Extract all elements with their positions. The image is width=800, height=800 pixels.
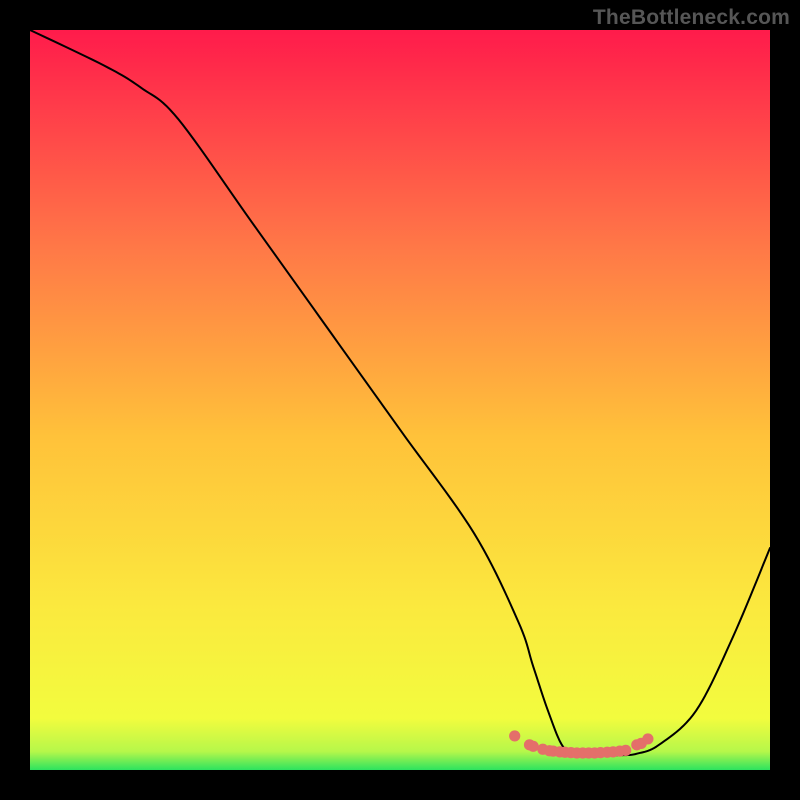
plot-svg (30, 30, 770, 770)
marker-dot (509, 730, 520, 741)
marker-dot (528, 741, 539, 752)
marker-dot (642, 733, 653, 744)
chart-container: TheBottleneck.com (0, 0, 800, 800)
marker-dot (620, 745, 631, 756)
curve-line (30, 30, 770, 755)
attribution-text: TheBottleneck.com (593, 6, 790, 30)
plot-area (30, 30, 770, 770)
